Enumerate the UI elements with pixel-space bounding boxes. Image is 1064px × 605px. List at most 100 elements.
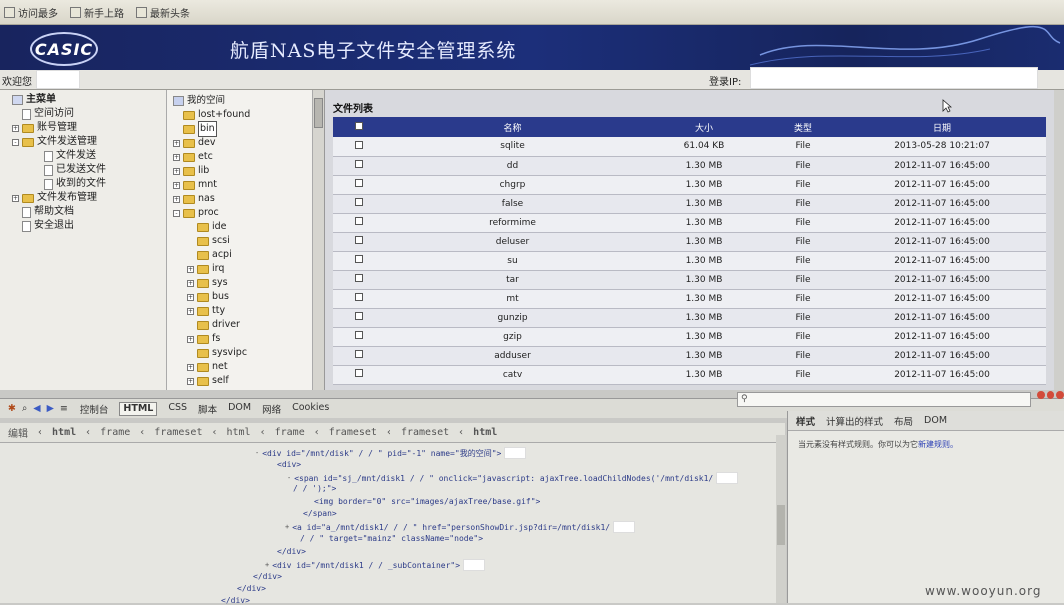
bookmark-item[interactable]: 新手上路	[70, 5, 124, 20]
tree-toggle-icon[interactable]: +	[187, 377, 194, 385]
tree-toggle-icon[interactable]: +	[173, 139, 180, 147]
file-row[interactable]: gunzip 1.30 MB File 2012-11-07 16:45:00	[333, 308, 1046, 327]
firebug-tab[interactable]: Cookies	[292, 402, 329, 416]
file-name[interactable]: adduser	[385, 346, 640, 365]
style-tab[interactable]: DOM	[924, 415, 947, 426]
col-name[interactable]: 名称	[385, 117, 640, 137]
expand-toggle-icon[interactable]: +	[12, 194, 19, 202]
breadcrumb-item[interactable]: html	[227, 427, 251, 438]
menu-item[interactable]: 空间访问	[12, 107, 166, 121]
tree-node[interactable]: + net	[173, 360, 324, 374]
tree-node[interactable]: + self	[173, 374, 324, 388]
file-row[interactable]: dd 1.30 MB File 2012-11-07 16:45:00	[333, 156, 1046, 175]
tree-node[interactable]: acpi	[173, 248, 324, 262]
col-date[interactable]: 日期	[838, 117, 1046, 137]
new-rule-link[interactable]: 新建规则。	[918, 440, 958, 449]
file-name[interactable]: chgrp	[385, 175, 640, 194]
row-checkbox[interactable]	[355, 274, 363, 282]
menu-item[interactable]: 文件发送	[12, 149, 166, 163]
tree-node[interactable]: ide	[173, 220, 324, 234]
source-line[interactable]: </div>	[253, 572, 282, 581]
tree-toggle-icon[interactable]: +	[173, 181, 180, 189]
menu-item[interactable]: 已发送文件	[12, 163, 166, 177]
tree-toggle-icon[interactable]: +	[187, 307, 194, 315]
row-checkbox[interactable]	[355, 179, 363, 187]
forward-icon[interactable]: ▶	[47, 403, 54, 414]
tree-toggle-icon[interactable]: -	[173, 209, 180, 217]
menu-item[interactable]: 收到的文件	[12, 177, 166, 191]
firebug-tab[interactable]: 网络	[262, 402, 281, 416]
inspect-icon[interactable]: ⌕	[22, 403, 27, 414]
menu-item[interactable]: 帮助文档	[12, 205, 166, 219]
firebug-tab[interactable]: CSS	[168, 402, 187, 416]
bookmark-item[interactable]: 访问最多	[4, 5, 58, 20]
source-line[interactable]: <div>	[277, 460, 301, 469]
firebug-tab[interactable]: HTML	[119, 401, 158, 416]
firebug-tab[interactable]: 脚本	[198, 402, 217, 416]
source-line[interactable]: </div>	[221, 596, 250, 605]
col-size[interactable]: 大小	[640, 117, 768, 137]
file-name[interactable]: deluser	[385, 232, 640, 251]
tree-node[interactable]: + nas	[173, 192, 324, 206]
tree-toggle-icon[interactable]: +	[265, 561, 269, 569]
file-row[interactable]: catv 1.30 MB File 2012-11-07 16:45:00	[333, 365, 1046, 384]
tree-toggle-icon[interactable]: +	[187, 279, 194, 287]
tree-node[interactable]: - proc	[173, 206, 324, 220]
row-checkbox[interactable]	[355, 217, 363, 225]
tree-node[interactable]: + sys	[173, 276, 324, 290]
source-line[interactable]: </div>	[277, 547, 306, 556]
file-row[interactable]: su 1.30 MB File 2012-11-07 16:45:00	[333, 251, 1046, 270]
menu-item[interactable]: 安全退出	[12, 219, 166, 233]
breadcrumb-item[interactable]: frame	[100, 427, 130, 438]
back-icon[interactable]: ◀	[33, 403, 40, 414]
menu-icon[interactable]: ≡	[60, 403, 68, 414]
file-name[interactable]: su	[385, 251, 640, 270]
breadcrumb-item[interactable]: 编辑	[8, 425, 28, 440]
breadcrumb-item[interactable]: html	[473, 427, 497, 438]
file-name[interactable]: reformime	[385, 213, 640, 232]
row-checkbox[interactable]	[355, 331, 363, 339]
tree-node[interactable]: + mnt	[173, 178, 324, 192]
source-line[interactable]: + <div id="/mnt/disk1 / / _subContainer">	[265, 559, 486, 571]
tree-root[interactable]: 我的空间	[173, 94, 324, 108]
expand-toggle-icon[interactable]: +	[12, 124, 19, 132]
tree-toggle-icon[interactable]: -	[255, 449, 259, 457]
tree-scroll-thumb[interactable]	[314, 98, 323, 128]
tree-node[interactable]: + dev	[173, 136, 324, 150]
expand-toggle-icon[interactable]: -	[12, 138, 19, 146]
menu-item[interactable]: + 文件发布管理	[12, 191, 166, 205]
source-scroll-thumb[interactable]	[777, 505, 785, 545]
tree-node[interactable]: lost+found	[173, 108, 324, 122]
source-line[interactable]: / / " target="mainz" className="node">	[300, 534, 483, 543]
tree-node[interactable]: scsi	[173, 234, 324, 248]
style-tab[interactable]: 布局	[894, 414, 913, 428]
file-row[interactable]: tar 1.30 MB File 2012-11-07 16:45:00	[333, 270, 1046, 289]
file-row[interactable]: deluser 1.30 MB File 2012-11-07 16:45:00	[333, 232, 1046, 251]
minimize-icon[interactable]	[1037, 391, 1045, 399]
tree-node[interactable]: driver	[173, 318, 324, 332]
file-name[interactable]: dd	[385, 156, 640, 175]
source-line[interactable]: </span>	[303, 509, 337, 518]
source-line[interactable]: - <span id="sj_/mnt/disk1 / / " onclick="…	[287, 472, 739, 484]
firebug-search-input[interactable]: ⚲	[737, 392, 1031, 407]
file-row[interactable]: chgrp 1.30 MB File 2012-11-07 16:45:00	[333, 175, 1046, 194]
tree-node[interactable]: + lib	[173, 164, 324, 178]
breadcrumb-item[interactable]: frameset	[329, 427, 377, 438]
menu-item[interactable]: - 文件发送管理	[12, 135, 166, 149]
source-line[interactable]: - <div id="/mnt/disk" / / " pid="-1" name…	[255, 447, 527, 459]
tree-toggle-icon[interactable]: +	[187, 335, 194, 343]
tree-toggle-icon[interactable]: +	[187, 265, 194, 273]
source-line[interactable]: </div>	[237, 584, 266, 593]
row-checkbox[interactable]	[355, 140, 363, 149]
row-checkbox[interactable]	[355, 350, 363, 358]
tree-toggle-icon[interactable]: +	[285, 523, 289, 531]
breadcrumb-item[interactable]: frameset	[154, 427, 202, 438]
breadcrumb-item[interactable]: html	[52, 427, 76, 438]
col-type[interactable]: 类型	[768, 117, 838, 137]
row-checkbox[interactable]	[355, 312, 363, 320]
select-all-checkbox[interactable]	[355, 121, 363, 130]
page-scrollbar[interactable]	[1054, 90, 1064, 390]
row-checkbox[interactable]	[355, 236, 363, 244]
bookmark-item[interactable]: 最新头条	[136, 5, 190, 20]
source-line[interactable]: <img border="0" src="images/ajaxTree/bas…	[314, 497, 540, 506]
